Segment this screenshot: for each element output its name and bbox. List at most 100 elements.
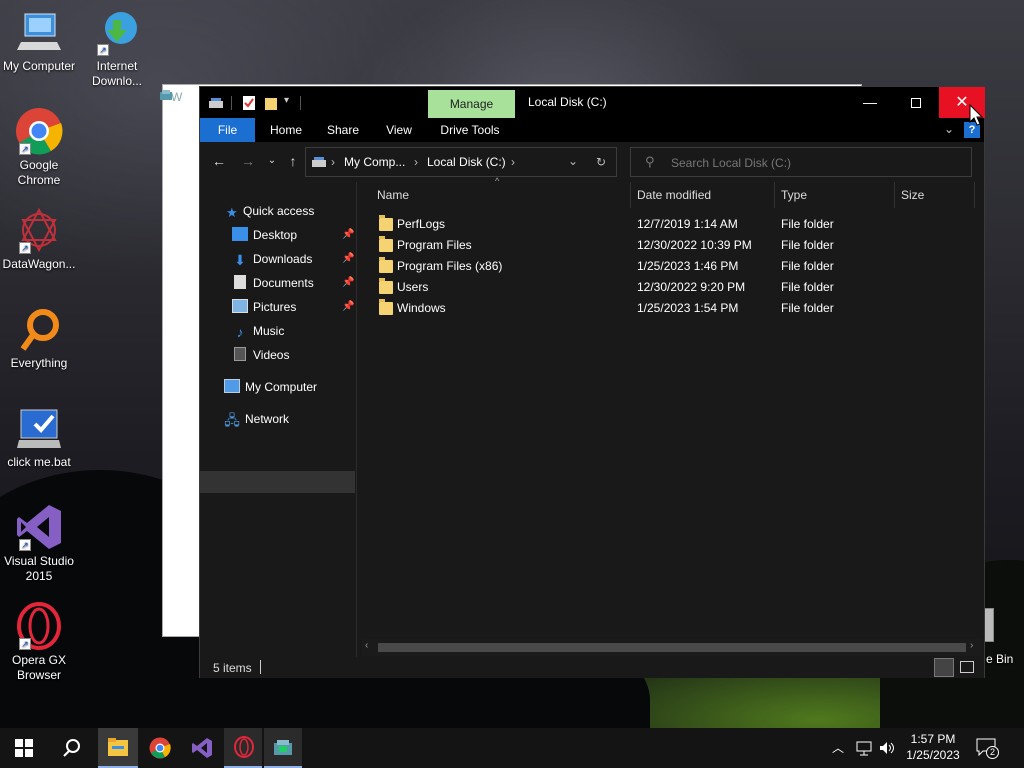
taskbar-app[interactable] <box>264 728 302 768</box>
breadcrumb-separator-icon: › <box>511 155 515 169</box>
qa-customize-icon[interactable]: ▾ <box>284 95 289 106</box>
breadcrumb-separator-icon: › <box>331 155 335 169</box>
address-bar[interactable]: › My Comp... › Local Disk (C:) › ⌄ ↻ <box>305 147 617 177</box>
expand-ribbon-icon[interactable]: ⌄ <box>944 122 954 136</box>
column-header-name[interactable]: Name <box>371 182 631 208</box>
tab-view[interactable]: View <box>378 118 420 142</box>
table-row[interactable]: Windows 1/25/2023 1:54 PM File folder <box>357 298 957 319</box>
desktop-icon-click-me-bat[interactable]: click me.bat <box>0 404 78 470</box>
close-icon: ✕ <box>955 94 969 111</box>
desktop-icon-my-computer[interactable]: My Computer <box>0 8 78 74</box>
up-button[interactable]: ↑ <box>283 153 303 169</box>
status-separator <box>260 660 261 674</box>
nav-item-downloads[interactable]: ⬇ Downloads 📌 <box>232 248 354 270</box>
file-type: File folder <box>781 301 834 315</box>
file-date: 12/30/2022 10:39 PM <box>637 238 752 252</box>
breadcrumb-local-disk[interactable]: Local Disk (C:) <box>427 155 506 169</box>
nav-item-music[interactable]: ♪ Music <box>232 320 285 342</box>
system-clock[interactable]: 1:57 PM 1/25/2023 <box>900 731 966 763</box>
scroll-right-icon[interactable]: › <box>970 640 973 651</box>
address-dropdown-icon[interactable]: ⌄ <box>568 154 578 168</box>
table-row[interactable]: Program Files (x86) 1/25/2023 1:46 PM Fi… <box>357 256 957 277</box>
pin-icon[interactable]: 📌 <box>342 296 354 318</box>
chrome-icon: ↗ <box>15 107 63 155</box>
tab-share[interactable]: Share <box>320 118 366 142</box>
table-row[interactable]: Program Files 12/30/2022 10:39 PM File f… <box>357 235 957 256</box>
nav-item-pictures[interactable]: Pictures 📌 <box>232 296 354 318</box>
desktop-icon-everything[interactable]: Everything <box>0 305 78 371</box>
nav-item-my-computer[interactable]: My Computer <box>224 376 317 398</box>
large-icons-view-button[interactable] <box>960 661 974 673</box>
breadcrumb-my-computer[interactable]: My Comp... <box>344 155 405 169</box>
file-list: ^ Name Date modified Type Size PerfLogs … <box>357 176 984 657</box>
datawagon-icon: ↗ <box>15 206 63 254</box>
network-icon: 🖧 <box>224 412 240 428</box>
tab-manage[interactable]: Manage <box>428 90 515 118</box>
nav-item-documents[interactable]: Documents 📌 <box>232 272 354 294</box>
table-row[interactable]: Users 12/30/2022 9:20 PM File folder <box>357 277 957 298</box>
column-header-date-modified[interactable]: Date modified <box>631 182 775 208</box>
pin-icon[interactable]: 📌 <box>342 224 354 246</box>
shortcut-arrow-icon: ↗ <box>19 242 31 254</box>
desktop-icon-datawagon[interactable]: ↗ DataWagon... <box>0 206 78 272</box>
minimize-button[interactable]: — <box>847 87 893 118</box>
tab-home[interactable]: Home <box>262 118 310 142</box>
nav-item-videos[interactable]: Videos <box>232 344 289 366</box>
maximize-button[interactable] <box>893 87 939 118</box>
music-note-icon: ♪ <box>236 324 244 340</box>
clock-date: 1/25/2023 <box>906 748 960 762</box>
tab-file[interactable]: File <box>200 118 255 142</box>
desktop-icon-label: DataWagon... <box>2 257 76 271</box>
file-name: Windows <box>397 301 446 315</box>
scrollbar-thumb[interactable] <box>378 643 966 652</box>
desktop-icon-label: Everything <box>10 356 68 370</box>
file-date: 1/25/2023 1:54 PM <box>637 301 739 315</box>
desktop-icon-google-chrome[interactable]: ↗ Google Chrome <box>0 107 78 188</box>
details-view-button[interactable] <box>934 658 954 677</box>
pin-icon[interactable]: 📌 <box>342 272 354 294</box>
taskbar-opera-gx[interactable] <box>224 728 262 768</box>
tab-drive-tools[interactable]: Drive Tools <box>434 118 506 142</box>
file-name: PerfLogs <box>397 217 446 231</box>
scroll-left-icon[interactable]: ‹ <box>365 640 368 651</box>
refresh-icon[interactable]: ↻ <box>596 155 606 169</box>
nav-quick-access[interactable]: ★ Quick access <box>226 200 314 222</box>
search-icon: ⚲ <box>645 154 655 169</box>
new-folder-icon[interactable] <box>264 95 278 111</box>
clock-time: 1:57 PM <box>910 732 956 746</box>
start-button[interactable] <box>0 728 48 768</box>
desktop-icon-visual-studio[interactable]: ↗ Visual Studio 2015 <box>0 503 78 584</box>
taskbar-file-explorer[interactable] <box>98 728 138 768</box>
pin-icon[interactable]: 📌 <box>342 248 354 270</box>
volume-icon[interactable] <box>878 740 896 756</box>
back-button[interactable]: ← <box>209 153 229 169</box>
shortcut-arrow-icon: ↗ <box>97 44 109 56</box>
desktop-icon-label: e Bin <box>986 652 1014 666</box>
action-center-button[interactable]: 2 <box>974 736 999 760</box>
desktop-icon-opera-gx[interactable]: ↗ Opera GX Browser <box>0 602 78 683</box>
nav-item-network[interactable]: 🖧 Network <box>224 408 289 430</box>
show-hidden-icons-icon[interactable]: ︿ <box>832 739 844 756</box>
horizontal-scrollbar[interactable]: ‹ › <box>362 639 981 656</box>
taskbar-chrome[interactable] <box>140 728 180 768</box>
search-box[interactable]: ⚲ Search Local Disk (C:) <box>630 147 972 177</box>
network-status-icon[interactable] <box>856 740 874 756</box>
column-header-type[interactable]: Type <box>775 182 895 208</box>
mouse-cursor-icon <box>969 104 983 126</box>
forward-button[interactable]: → <box>238 153 258 169</box>
title-bar[interactable]: ▾ Manage Local Disk (C:) — ✕ <box>200 87 985 118</box>
recent-locations-button[interactable]: ⌄ <box>262 155 282 166</box>
desktop-icon-label: click me.bat <box>7 455 71 469</box>
desktop-icon-internet-download-manager[interactable]: ↗ Internet Downlo... <box>78 8 156 89</box>
file-explorer-window[interactable]: ▾ Manage Local Disk (C:) — ✕ File Home S… <box>199 86 985 678</box>
file-explorer-icon <box>108 738 128 756</box>
bat-file-icon <box>15 404 63 452</box>
file-date: 12/30/2022 9:20 PM <box>637 280 746 294</box>
nav-item-desktop[interactable]: Desktop 📌 <box>232 224 354 246</box>
taskbar-visual-studio[interactable] <box>182 728 222 768</box>
table-row[interactable]: PerfLogs 12/7/2019 1:14 AM File folder <box>357 214 957 235</box>
search-button[interactable] <box>50 728 94 768</box>
properties-icon[interactable] <box>242 95 256 111</box>
column-header-size[interactable]: Size <box>895 182 975 208</box>
pictures-icon <box>232 299 248 313</box>
